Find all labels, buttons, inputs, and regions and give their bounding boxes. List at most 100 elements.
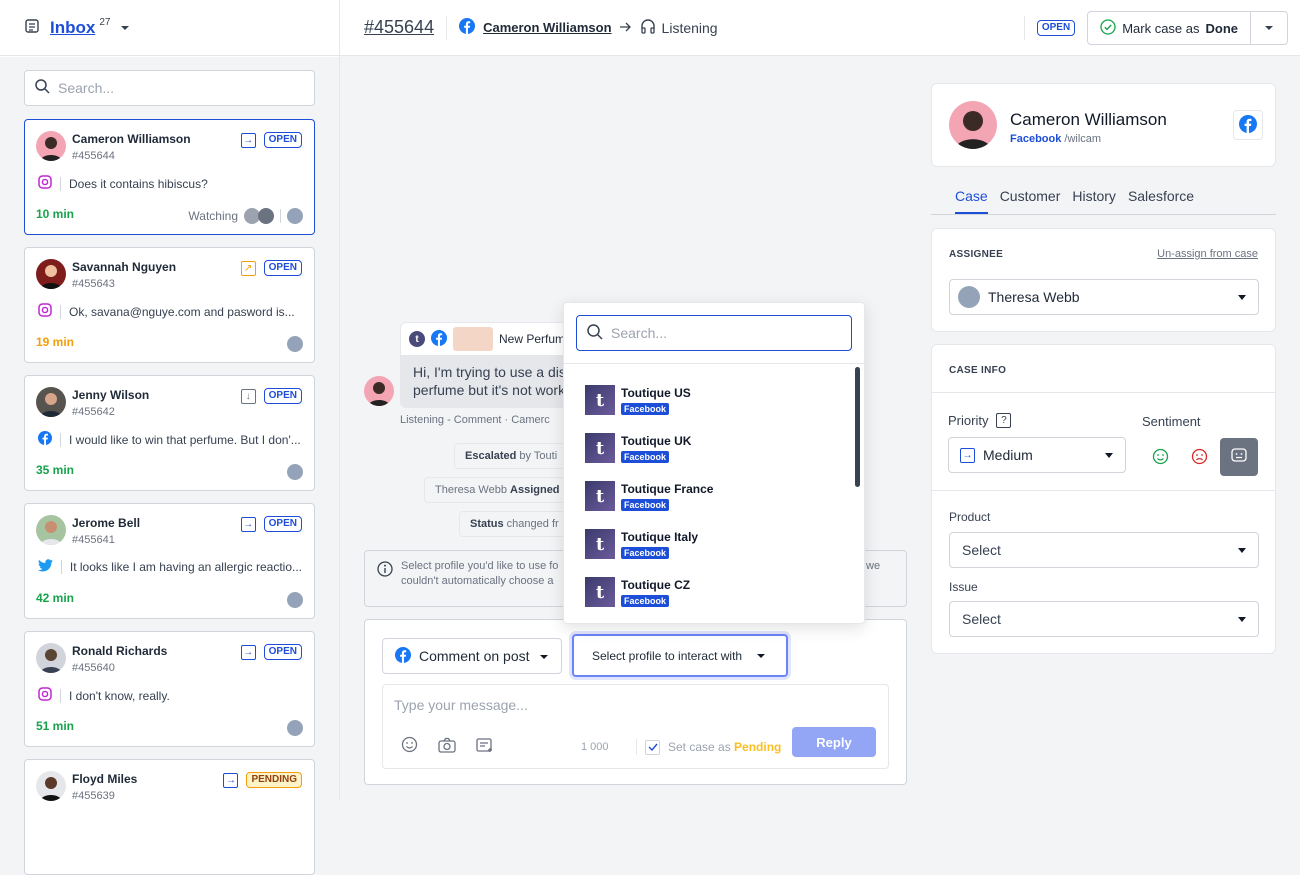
instagram-icon <box>38 303 52 320</box>
case-id: #455640 <box>72 662 115 674</box>
avatar <box>36 771 66 801</box>
conversation-card[interactable]: Jenny Wilson #455642 ↓ OPEN I would like … <box>24 375 315 491</box>
check-circle-icon <box>1100 18 1116 38</box>
assignee-avatar <box>287 464 303 480</box>
profile-option-toutique-us[interactable]: t Toutique US Facebook <box>585 385 691 415</box>
conversation-list: Search... Cameron Williamson #455644 → OP… <box>0 57 339 875</box>
dropdown-scrollbar[interactable] <box>855 367 860 487</box>
post-title[interactable]: New Perfum <box>499 332 565 346</box>
conversation-card[interactable]: Ronald Richards #455640 → OPEN I don't kn… <box>24 631 315 747</box>
contact-name: Floyd Miles <box>72 772 138 786</box>
product-select[interactable]: Select <box>949 532 1259 568</box>
message-input[interactable]: Type your message... 1 000 Set case as P… <box>382 684 889 769</box>
case-id: #455643 <box>72 278 115 290</box>
customer-source[interactable]: Facebook <box>1010 133 1061 145</box>
facebook-icon <box>38 431 52 448</box>
case-id[interactable]: #455644 <box>364 17 434 38</box>
mark-done-prefix: Mark case as <box>1122 20 1200 36</box>
facebook-profile-button[interactable] <box>1233 110 1263 140</box>
conversation-card[interactable]: Cameron Williamson #455644 → OPEN Does it… <box>24 119 315 235</box>
author-avatar <box>364 376 394 406</box>
case-info-title: CASE INFO <box>949 365 1007 376</box>
product-label: Product <box>949 510 991 524</box>
chevron-down-icon[interactable] <box>120 20 130 35</box>
chevron-down-icon <box>1238 548 1246 553</box>
assignee-name: Theresa Webb <box>988 289 1080 305</box>
event-status: Status changed fr <box>459 511 566 537</box>
chevron-down-icon[interactable] <box>1251 12 1287 44</box>
details-tabs: Case Customer History Salesforce <box>931 188 1276 215</box>
assignee-avatar <box>287 720 303 736</box>
profile-search-input[interactable]: Search... <box>576 315 852 351</box>
contact-name-link[interactable]: Cameron Williamson <box>483 20 611 35</box>
emoji-icon[interactable] <box>401 736 418 756</box>
search-input[interactable]: Search... <box>24 70 315 106</box>
wait-time: 51 min <box>36 719 75 733</box>
profile-select[interactable]: Select profile to interact with <box>572 634 788 677</box>
tab-case[interactable]: Case <box>955 188 988 214</box>
avatar <box>36 387 66 417</box>
template-icon[interactable] <box>476 737 494 756</box>
conversation-card[interactable]: Savannah Nguyen #455643 ↗ OPEN Ok, savana… <box>24 247 315 363</box>
help-icon[interactable]: ? <box>996 413 1012 428</box>
case-id: #455639 <box>72 790 115 802</box>
camera-icon[interactable] <box>438 737 456 756</box>
message-placeholder: Type your message... <box>394 697 528 713</box>
sentiment-neutral-icon <box>1230 447 1248 468</box>
chevron-down-icon <box>756 649 766 663</box>
profile-option-toutique-cz[interactable]: t Toutique CZ Facebook <box>585 577 690 607</box>
tab-salesforce[interactable]: Salesforce <box>1128 188 1194 214</box>
channel-label: Listening <box>661 19 718 36</box>
search-icon <box>587 323 603 343</box>
inbox-sidebar: Inbox 27 Search... Cameron Williamson #4… <box>0 0 340 875</box>
toutique-logo-icon: t <box>585 385 615 415</box>
reply-composer: Comment on post Select profile to intera… <box>364 619 907 785</box>
chevron-down-icon <box>1105 453 1113 458</box>
status-badge: OPEN <box>263 260 302 276</box>
chevron-down-icon <box>1238 617 1246 622</box>
chevron-down-icon <box>539 648 549 664</box>
contact-name: Jerome Bell <box>72 516 141 530</box>
customer-name: Cameron Williamson <box>1010 110 1167 129</box>
conversation-card[interactable]: Floyd Miles #455639 → PENDING <box>24 759 315 875</box>
case-id: #455641 <box>72 534 115 546</box>
profile-select-label: Select profile to interact with <box>592 648 743 663</box>
assignee-select[interactable]: Theresa Webb <box>949 279 1259 315</box>
conversation-card[interactable]: Jerome Bell #455641 → OPEN It looks like … <box>24 503 315 619</box>
reply-type-select[interactable]: Comment on post <box>382 638 562 674</box>
sentiment-negative-icon[interactable] <box>1191 448 1208 468</box>
profile-option-toutique-uk[interactable]: t Toutique UK Facebook <box>585 433 691 463</box>
avatar <box>36 131 66 161</box>
mark-done-button[interactable]: Mark case as Done <box>1088 12 1251 44</box>
post-thumbnail <box>453 327 493 351</box>
inbox-list-icon[interactable] <box>24 18 40 37</box>
inbox-title[interactable]: Inbox <box>50 18 95 38</box>
headphones-icon <box>640 18 656 37</box>
priority-select[interactable]: → Medium <box>948 437 1126 473</box>
sentiment-neutral-button[interactable] <box>1220 438 1258 476</box>
arrow-right-icon <box>619 20 632 35</box>
direction-icon: ↗ <box>240 260 256 276</box>
customer-card: Cameron Williamson Facebook /wilcam <box>931 83 1276 167</box>
status-badge: OPEN <box>263 644 302 660</box>
set-pending-checkbox[interactable]: Set case as Pending <box>636 739 781 755</box>
tab-history[interactable]: History <box>1072 188 1116 214</box>
unassign-link[interactable]: Un-assign from case <box>1157 248 1258 260</box>
assignee-avatar <box>287 208 303 224</box>
case-header: #455644 Cameron Williamson Listening OPE… <box>340 0 1300 56</box>
issue-select[interactable]: Select <box>949 601 1259 637</box>
message-preview: Does it contains hibiscus? <box>69 176 208 191</box>
case-info-panel: CASE INFO Priority? Sentiment → Medium P… <box>931 344 1276 654</box>
customer-avatar <box>949 101 997 149</box>
search-placeholder: Search... <box>58 80 115 96</box>
reply-button[interactable]: Reply <box>792 727 876 757</box>
inbox-count: 27 <box>99 17 111 28</box>
direction-icon: → <box>240 132 256 148</box>
sentiment-positive-icon[interactable] <box>1152 448 1169 468</box>
inbox-header: Inbox 27 <box>0 0 339 56</box>
profile-option-toutique-italy[interactable]: t Toutique Italy Facebook <box>585 529 698 559</box>
message-meta: Listening - Comment · Camerc <box>400 414 550 426</box>
profile-option-toutique-france[interactable]: t Toutique France Facebook <box>585 481 713 511</box>
message-preview: Ok, savana@nguye.com and pasword is... <box>69 304 295 319</box>
tab-customer[interactable]: Customer <box>1000 188 1061 214</box>
